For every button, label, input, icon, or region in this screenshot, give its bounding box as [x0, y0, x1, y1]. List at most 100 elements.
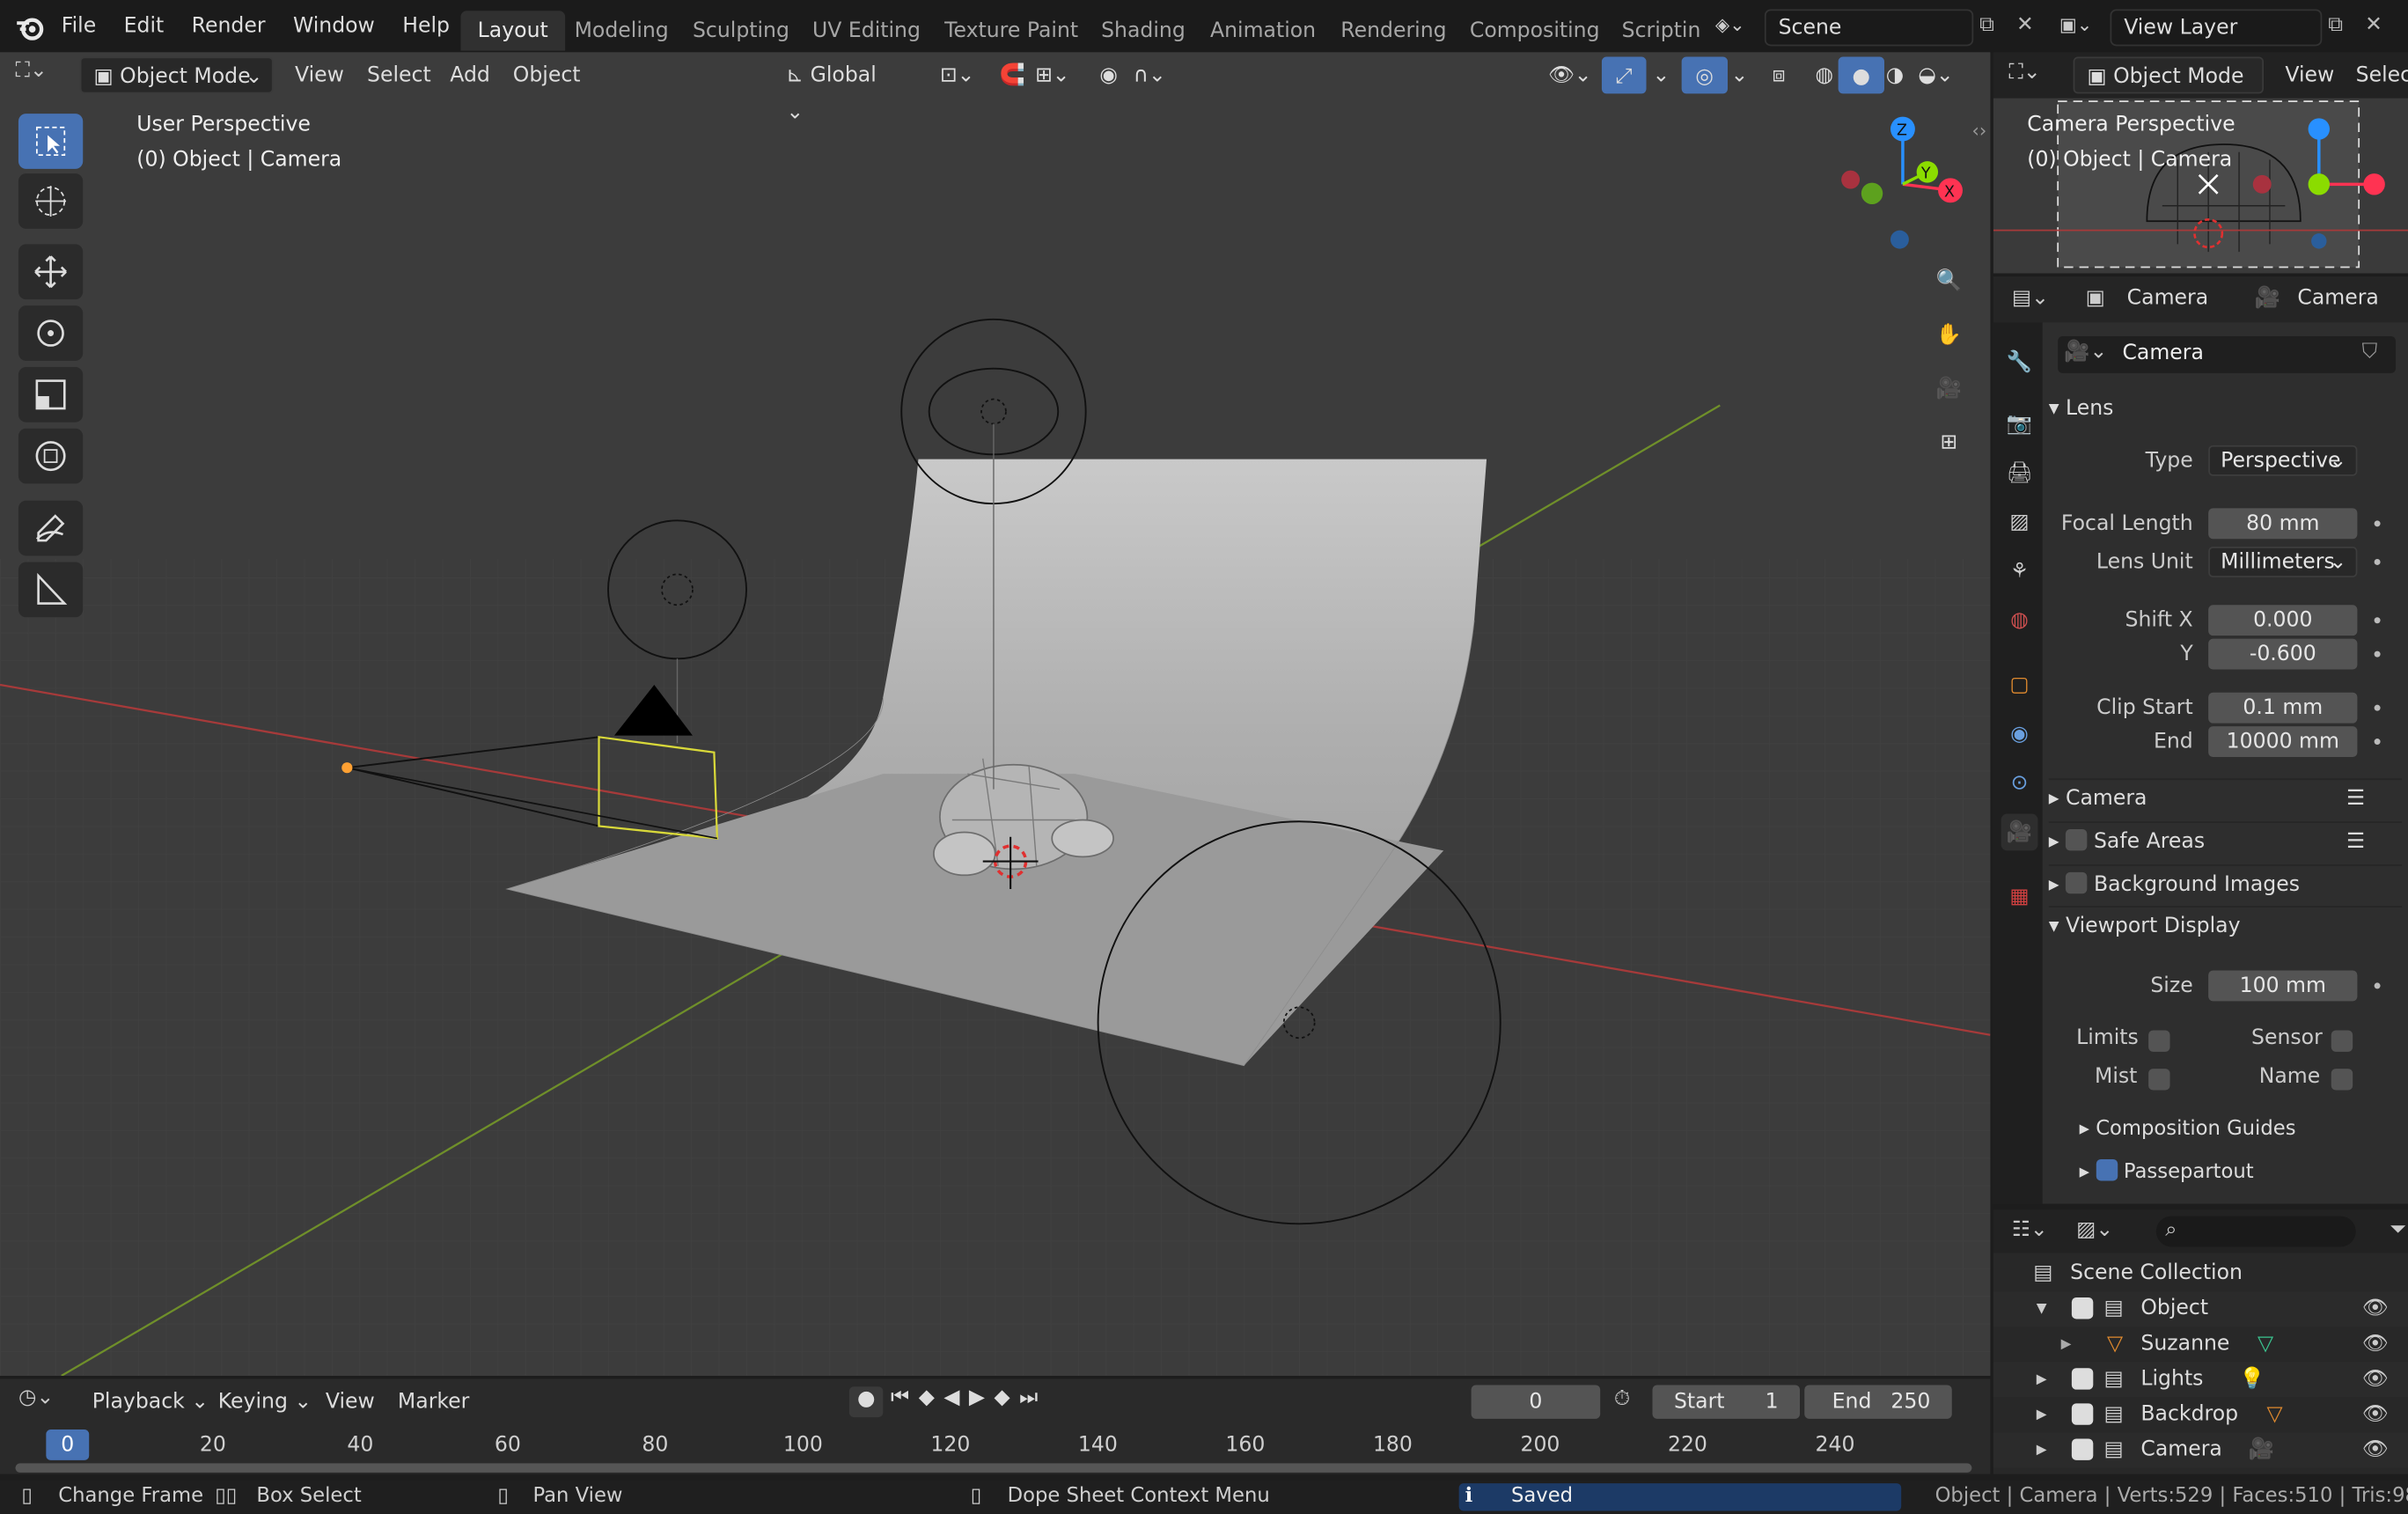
passepartout-subpanel[interactable]: ▸ Passepartout [2080, 1159, 2254, 1184]
scene-field[interactable]: Scene [1764, 9, 1974, 47]
safe-areas-panel-header[interactable]: ▸ Safe Areas ☰ [2048, 821, 2403, 858]
menu-view[interactable]: View [283, 57, 356, 94]
exclude-checkbox[interactable] [2071, 1403, 2094, 1425]
timeline-menu-keying[interactable]: Keying ⌄ [206, 1384, 324, 1421]
menu-window[interactable]: Window [279, 0, 388, 52]
start-frame-field[interactable]: Start 1 [1652, 1385, 1801, 1419]
composition-guides-subpanel[interactable]: ▸ Composition Guides [2080, 1118, 2296, 1141]
fake-user-shield-icon[interactable]: ⛉ [2362, 340, 2378, 364]
filter-icon[interactable]: ⏷ [2390, 1217, 2406, 1242]
keyframe-dot-icon[interactable] [2374, 520, 2381, 527]
measure-tool-icon[interactable] [18, 562, 84, 618]
outliner-row-backdrop[interactable]: ▸ ▤ Backdrop ▽ 👁 [1993, 1397, 2408, 1432]
ortho-toggle-icon[interactable]: ⊞ [1926, 419, 1971, 465]
output-tab-icon[interactable]: 🖨 [2001, 454, 2038, 491]
outliner-row-camera[interactable]: ▸ ▤ Camera 🎥 👁 [1993, 1432, 2408, 1468]
camera-view-icon[interactable]: 🎥 [1926, 365, 1971, 411]
new-scene-icon[interactable]: ⧉ [1979, 12, 2007, 40]
expand-right-icon[interactable]: ▸ [2037, 1397, 2047, 1432]
falloff-icon[interactable]: ∩⌄ [1121, 57, 1178, 94]
report-banner[interactable]: ℹ Saved "Cycles_startup_1_SMALL.blend" [1458, 1483, 1902, 1514]
pivot-point-icon[interactable]: ⊡⌄ [928, 57, 987, 94]
expand-right-icon[interactable]: ▸ [2061, 1327, 2072, 1362]
tab-texture-paint[interactable]: Texture Paint [928, 11, 1095, 50]
transform-tool-icon[interactable] [18, 428, 84, 484]
keyframe-dot-icon[interactable] [2374, 704, 2381, 711]
shift-y-field[interactable]: -0.600 [2208, 638, 2358, 670]
physics-tab-icon[interactable]: ◉ [2001, 716, 2038, 753]
rendered-shading-icon[interactable]: ◒⌄ [1905, 57, 1965, 94]
keyframe-dot-icon[interactable] [2374, 650, 2381, 658]
safe-areas-checkbox[interactable] [2066, 828, 2088, 851]
eye-icon[interactable]: 👁 [2362, 1433, 2389, 1468]
limits-checkbox[interactable] [2148, 1030, 2170, 1052]
current-frame-field[interactable]: 0 [1471, 1385, 1601, 1419]
timeline-menu-view[interactable]: View [313, 1384, 387, 1421]
mini-menu-view[interactable]: View [2272, 57, 2346, 94]
3d-viewport[interactable]: ⛶⌄ ▣ Object Mode ⌄ View Select Add Object… [0, 52, 1991, 1376]
camera-data-tab-icon[interactable]: 🎥 [2001, 813, 2038, 851]
breadcrumb-data[interactable]: Camera [2297, 285, 2378, 310]
exclude-checkbox[interactable] [2071, 1368, 2094, 1390]
name-checkbox[interactable] [2331, 1069, 2353, 1091]
presets-list-icon[interactable]: ☰ [2346, 780, 2365, 817]
outliner-row-object[interactable]: ▾ ▤ Object 👁 [1993, 1291, 2408, 1327]
properties-editor-type-icon[interactable]: ▤⌄ [2012, 285, 2049, 310]
display-mode-icon[interactable]: ▨⌄ [2076, 1217, 2113, 1242]
lens-unit-dropdown[interactable]: Millimeters ⌄ [2208, 547, 2358, 577]
new-view-layer-icon[interactable]: ⧉ [2328, 12, 2355, 40]
mini-editor-type-icon[interactable]: ⛶⌄ [2008, 60, 2040, 85]
annotate-tool-icon[interactable] [18, 500, 84, 556]
tab-animation[interactable]: Animation [1193, 11, 1332, 50]
focal-length-field[interactable]: 80 mm [2208, 508, 2358, 540]
timeline-menu-playback[interactable]: Playback ⌄ [80, 1384, 221, 1421]
menu-add[interactable]: Add [437, 57, 503, 94]
snap-target-icon[interactable]: ⊞⌄ [1023, 57, 1082, 94]
camera-data-name[interactable]: Camera [2122, 341, 2203, 365]
rotate-tool-icon[interactable] [18, 305, 84, 361]
lens-type-dropdown[interactable]: Perspective ⌄ [2208, 445, 2358, 476]
collapse-sidebar-icon[interactable]: ‹› [1971, 120, 1986, 141]
play-icon[interactable]: ▶ [969, 1385, 995, 1409]
scene-tab-icon[interactable]: ⚘ [2001, 553, 2038, 590]
end-frame-field[interactable]: End 250 [1804, 1385, 1952, 1419]
world-tab-icon[interactable]: ◍ [2001, 602, 2038, 639]
select-box-tool-icon[interactable] [18, 114, 84, 169]
record-icon[interactable]: ● [848, 1386, 884, 1418]
timeline-editor-type-icon[interactable]: ◷⌄ [18, 1385, 54, 1409]
keyframe-dot-icon[interactable] [2374, 982, 2381, 989]
pan-hand-icon[interactable]: ✋ [1926, 312, 1971, 357]
viewport-display-panel-header[interactable]: ▾ Viewport Display [2048, 906, 2403, 943]
menu-render[interactable]: Render [178, 0, 279, 52]
camera-data-block[interactable]: 🎥⌄ Camera ⛉ [2058, 336, 2397, 373]
camera-viewport[interactable]: Camera Perspective (0) Object | Camera [1993, 98, 2408, 274]
view-layer-field[interactable]: View Layer [2110, 9, 2323, 47]
outliner-editor-type-icon[interactable]: ☷⌄ [2012, 1217, 2048, 1242]
eye-icon[interactable]: 👁 [2362, 1362, 2389, 1397]
timeline-scrollbar[interactable] [15, 1463, 1972, 1473]
navigation-gizmo[interactable]: Z X Y [1832, 114, 1974, 254]
eye-icon[interactable]: 👁 [2362, 1397, 2389, 1432]
cursor-tool-icon[interactable] [18, 173, 84, 229]
timeline-menu-marker[interactable]: Marker [385, 1384, 481, 1421]
expand-right-icon[interactable]: ▸ [2037, 1433, 2047, 1468]
tab-compositing[interactable]: Compositing [1453, 11, 1617, 50]
tab-rendering[interactable]: Rendering [1324, 11, 1464, 50]
tab-sculpting[interactable]: Sculpting [676, 11, 806, 50]
render-tab-icon[interactable]: 📷 [2001, 406, 2038, 443]
tab-uv-editing[interactable]: UV Editing [796, 11, 937, 50]
visibility-icon[interactable]: 👁⌄ [1536, 57, 1604, 94]
object-tab-icon[interactable]: ▢ [2001, 666, 2038, 703]
passepartout-checkbox[interactable] [2096, 1159, 2118, 1181]
orientation-dropdown[interactable]: ⊾ Global ⌄ [774, 57, 912, 125]
zoom-icon[interactable]: 🔍 [1926, 258, 1971, 304]
scale-tool-icon[interactable] [18, 366, 84, 423]
keyframe-dot-icon[interactable] [2374, 739, 2381, 746]
menu-file[interactable]: File [48, 0, 110, 52]
move-tool-icon[interactable] [18, 244, 84, 300]
preview-range-icon[interactable]: ⏱ [1614, 1386, 1630, 1411]
playhead-frame[interactable]: 0 [46, 1429, 90, 1460]
mini-mode-dropdown[interactable]: ▣ Object Mode ⌄ [2073, 56, 2264, 126]
mini-menu-select[interactable]: Selec [2344, 57, 2408, 94]
menu-select[interactable]: Select [355, 57, 444, 94]
